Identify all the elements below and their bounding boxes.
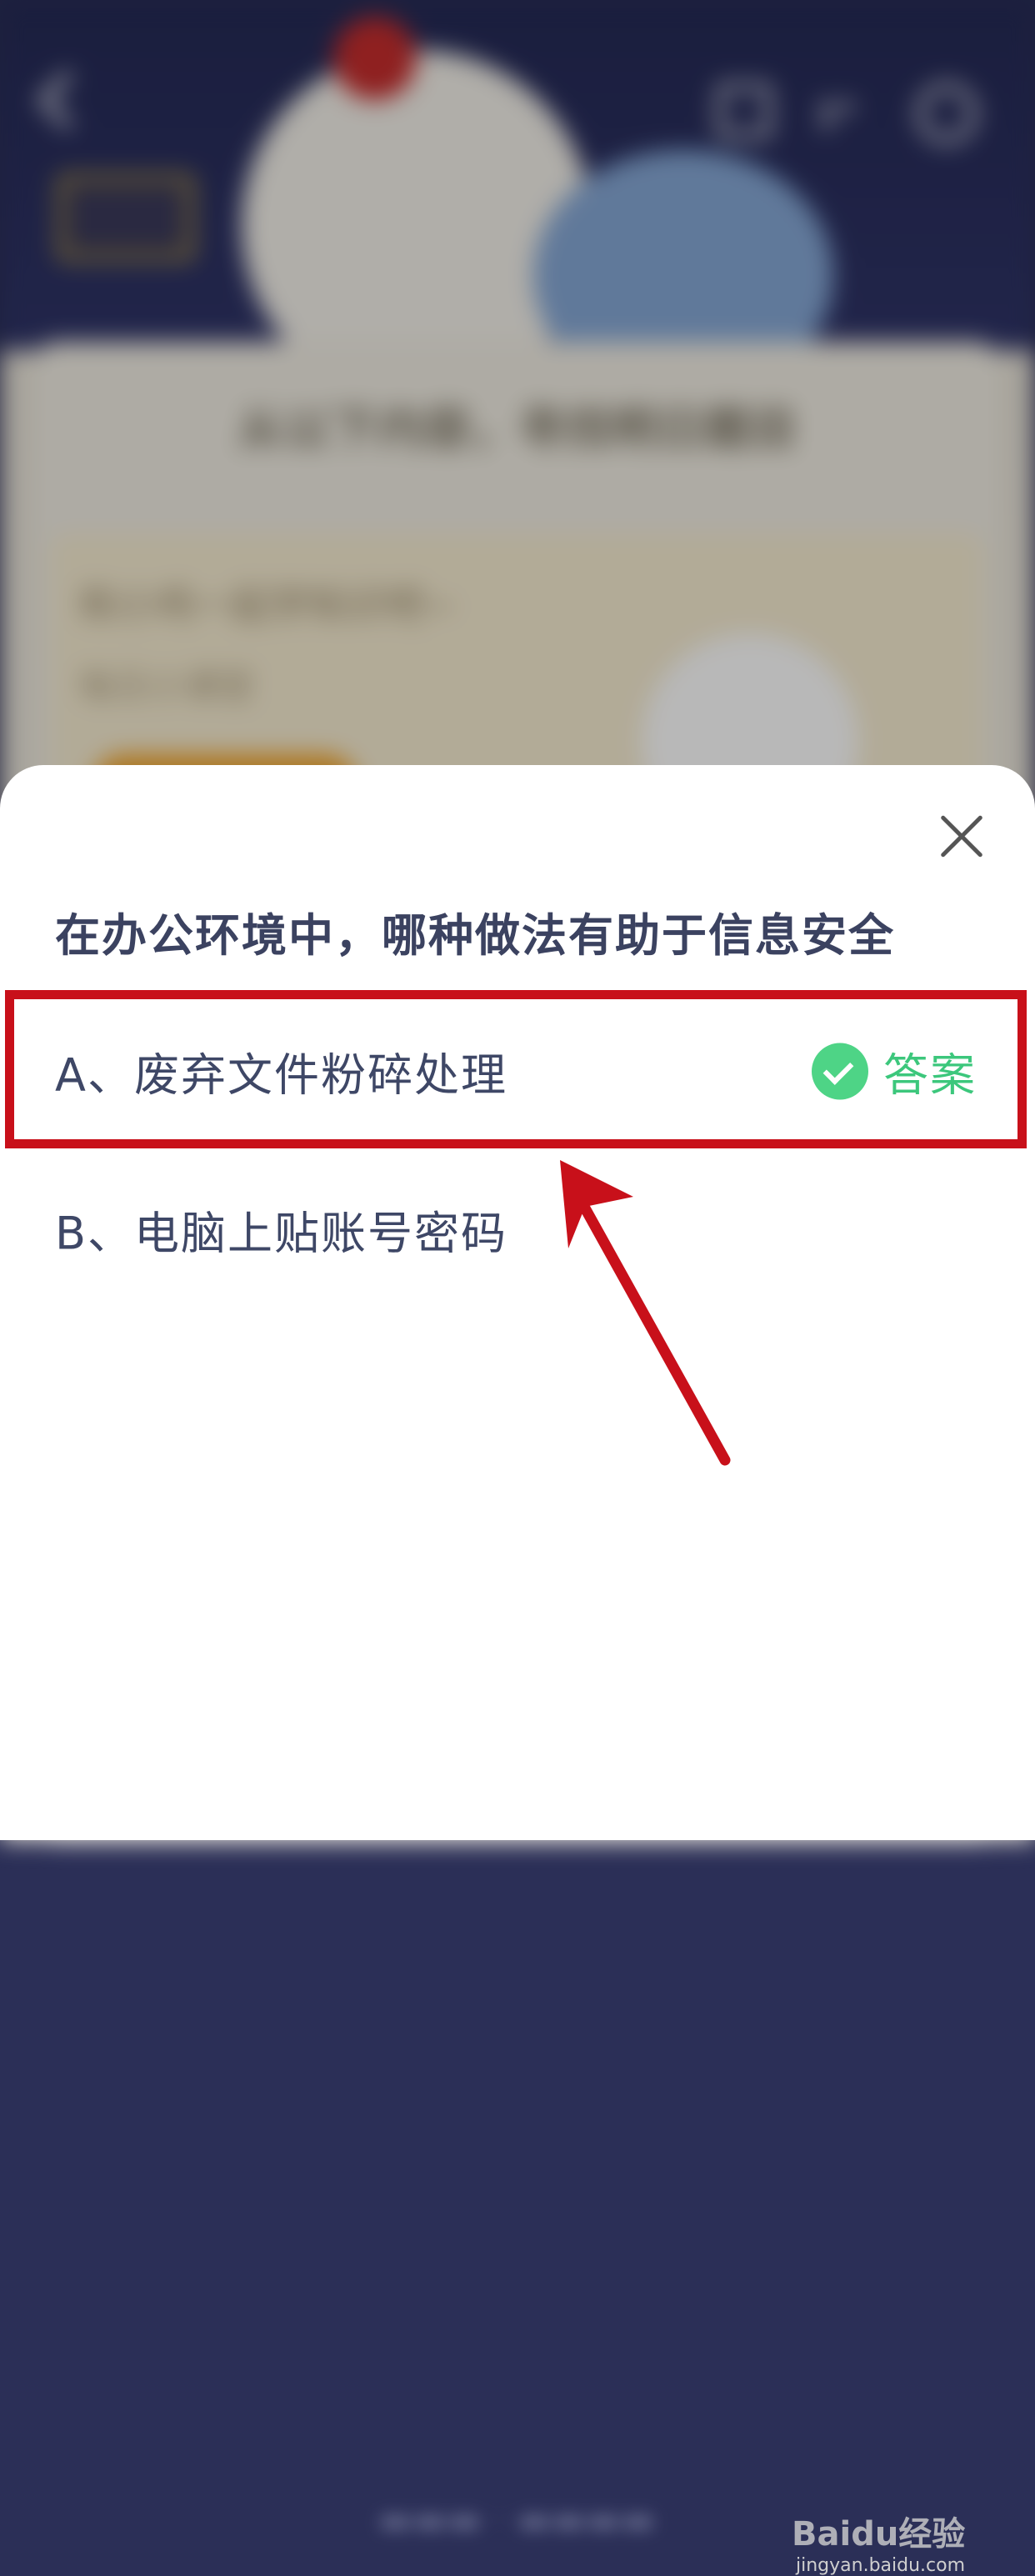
watermark-url: jingyan.baidu.com <box>796 2555 966 2576</box>
check-circle-icon <box>812 1043 868 1099</box>
footer-blurred: ▬▬▬ · ▬▬▬▬ <box>378 2498 656 2541</box>
option-b[interactable]: B、电脑上贴账号密码 <box>0 1150 1035 1308</box>
watermark-logo: Baidu经验 <box>792 2515 966 2553</box>
close-icon[interactable] <box>938 813 985 860</box>
answer-tag: 答案 <box>812 1038 977 1104</box>
option-a-label: A、废弃文件粉碎处理 <box>55 1048 508 1102</box>
answer-label: 答案 <box>883 1048 977 1102</box>
option-a[interactable]: A、废弃文件粉碎处理 答案 <box>0 992 1035 1150</box>
option-b-label: B、电脑上贴账号密码 <box>55 1207 508 1260</box>
question-text: 在办公环境中，哪种做法有助于信息安全 <box>55 909 895 962</box>
quiz-dialog: 在办公环境中，哪种做法有助于信息安全 A、废弃文件粉碎处理 答案 B、电脑上贴账… <box>0 765 1035 2576</box>
